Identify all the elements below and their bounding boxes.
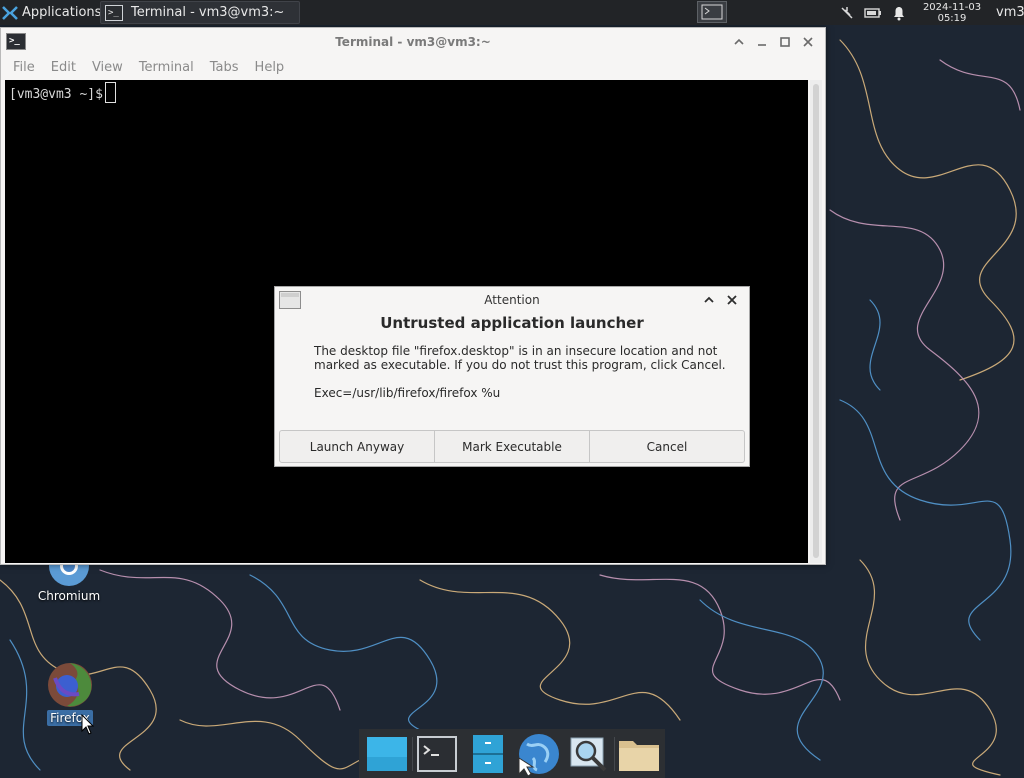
system-tray: 2024-11-03 05:19 vm3	[834, 0, 1024, 25]
dialog-title: Attention	[484, 292, 540, 307]
scrollbar-thumb[interactable]	[813, 84, 819, 558]
battery-icon[interactable]	[860, 0, 886, 25]
terminal-prompt: [vm3@vm3 ~]$	[9, 87, 103, 102]
shade-button[interactable]	[727, 32, 750, 52]
workspace-icon	[701, 4, 723, 20]
window-controls	[727, 28, 819, 55]
terminal-icon: >_	[105, 4, 123, 21]
attention-dialog: Attention Untrusted application launcher…	[274, 286, 750, 467]
taskbar-terminal-label: Terminal - vm3@vm3:~	[131, 5, 285, 20]
dock-web-browser[interactable]	[514, 731, 564, 777]
chevron-up-icon	[703, 296, 714, 303]
desktop-icon-firefox[interactable]: Firefox	[30, 660, 110, 726]
terminal-titlebar[interactable]: >_ Terminal - vm3@vm3:~	[1, 28, 825, 55]
menu-file[interactable]: File	[5, 60, 43, 75]
mouse-pointer-icon	[81, 714, 95, 735]
workspace-switcher[interactable]	[697, 1, 727, 23]
show-desktop-icon	[366, 736, 407, 771]
maximize-button[interactable]	[773, 32, 796, 52]
close-icon	[726, 295, 737, 305]
terminal-window-icon: >_	[6, 33, 26, 50]
firefox-icon	[48, 663, 92, 707]
notifications-bell-icon[interactable]	[886, 0, 912, 25]
folder-icon	[619, 740, 660, 771]
dialog-titlebar[interactable]: Attention	[275, 287, 749, 312]
web-browser-icon	[518, 733, 560, 776]
dock-file-manager-split[interactable]	[463, 731, 513, 777]
dialog-close-button[interactable]	[720, 290, 743, 310]
dock-terminal[interactable]	[413, 731, 463, 777]
terminal-cursor	[104, 82, 116, 103]
chevron-up-icon	[733, 38, 744, 45]
minimize-icon	[757, 43, 766, 46]
launch-anyway-button[interactable]: Launch Anyway	[280, 431, 435, 462]
user-menu[interactable]: vm3	[996, 5, 1024, 20]
applications-menu[interactable]: Applications	[0, 0, 116, 25]
clock-time: 05:19	[937, 12, 967, 24]
search-icon	[570, 737, 607, 771]
close-icon	[802, 36, 813, 47]
dock	[359, 729, 665, 778]
menu-tabs[interactable]: Tabs	[202, 60, 247, 75]
network-disconnected-icon[interactable]	[834, 0, 860, 25]
terminal-menubar: File Edit View Terminal Tabs Help	[1, 55, 825, 80]
close-button[interactable]	[796, 32, 819, 52]
menu-terminal[interactable]: Terminal	[131, 60, 202, 75]
dialog-heading: Untrusted application launcher	[380, 314, 644, 332]
dialog-exec-line: Exec=/usr/lib/firefox/firefox %u	[314, 386, 501, 400]
desktop-icon-label: Chromium	[37, 589, 101, 603]
dock-app-finder[interactable]	[564, 731, 614, 777]
menu-view[interactable]: View	[84, 60, 131, 75]
taskbar-terminal-button[interactable]: >_ Terminal - vm3@vm3:~	[100, 1, 300, 24]
dialog-message: The desktop file "firefox.desktop" is in…	[314, 344, 726, 372]
dialog-shade-button[interactable]	[697, 290, 720, 310]
top-panel: Applications >_ Terminal - vm3@vm3:~ 202…	[0, 0, 1024, 25]
panel-clock[interactable]: 2024-11-03 05:19	[916, 2, 988, 24]
mark-executable-button[interactable]: Mark Executable	[435, 431, 590, 462]
maximize-icon	[779, 36, 790, 47]
cancel-button[interactable]: Cancel	[590, 431, 744, 462]
dialog-button-row: Launch Anyway Mark Executable Cancel	[279, 430, 745, 463]
dialog-window-icon	[279, 291, 301, 309]
dialog-window-controls	[697, 290, 743, 310]
applications-label: Applications	[22, 5, 102, 20]
file-manager-split-icon	[472, 734, 503, 773]
terminal-scrollbar[interactable]	[810, 80, 822, 563]
minimize-button[interactable]	[750, 32, 773, 52]
clock-date: 2024-11-03	[922, 1, 982, 13]
menu-help[interactable]: Help	[247, 60, 293, 75]
dock-home-folder[interactable]	[615, 731, 665, 777]
dock-show-desktop[interactable]	[362, 731, 412, 777]
menu-edit[interactable]: Edit	[43, 60, 84, 75]
terminal-icon	[417, 735, 458, 772]
terminal-title: Terminal - vm3@vm3:~	[335, 34, 491, 49]
applications-icon	[2, 5, 18, 20]
